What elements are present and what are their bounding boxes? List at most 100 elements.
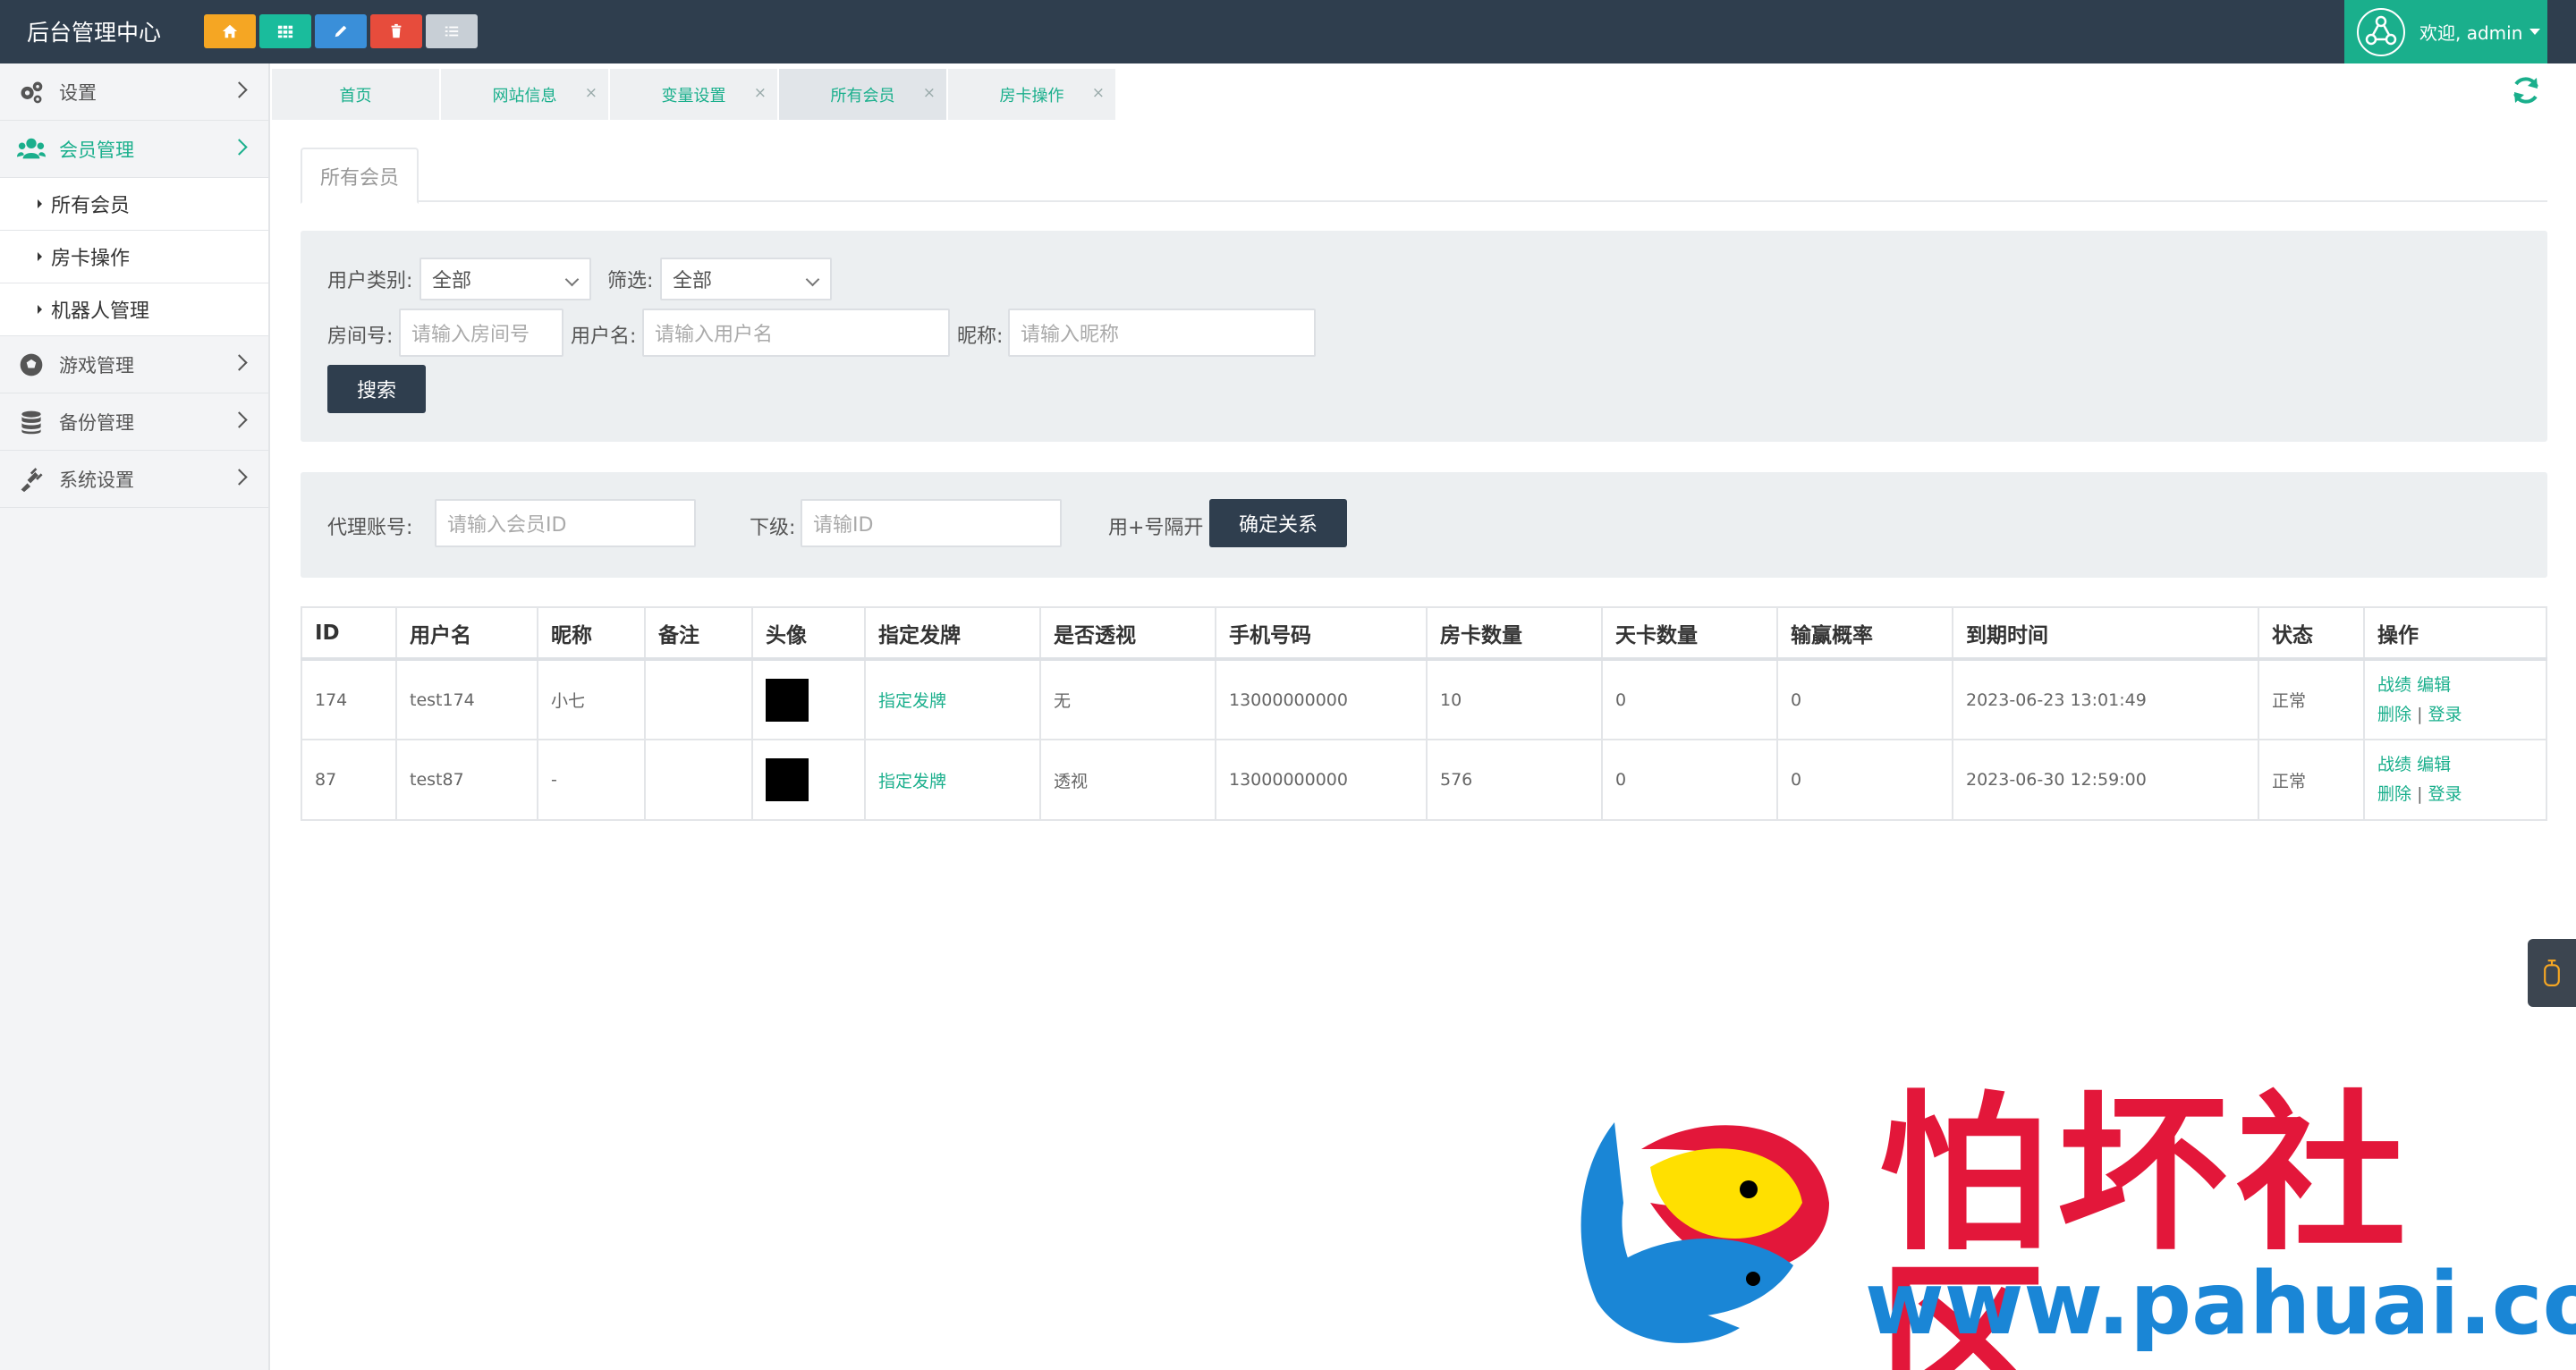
filter-select[interactable]: 全部: [660, 258, 832, 300]
page-tab-all-members[interactable]: 所有会员: [301, 148, 419, 204]
search-button[interactable]: 搜索: [327, 365, 426, 413]
sidebar-subitem-robots[interactable]: 机器人管理: [0, 283, 268, 336]
avatar: [766, 758, 809, 801]
cell-nickname: 小七: [538, 659, 646, 740]
edit-button[interactable]: [315, 14, 367, 48]
floating-side-button[interactable]: [2528, 939, 2576, 1007]
tab-variables[interactable]: 变量设置 ×: [610, 69, 777, 120]
deal-link[interactable]: 指定发牌: [865, 659, 1041, 740]
delete-link[interactable]: 删除: [2377, 784, 2411, 804]
agent-label: 代理账号:: [327, 517, 413, 539]
tab-site-info[interactable]: 网站信息 ×: [441, 69, 608, 120]
nickname-label: 昵称:: [957, 326, 1004, 348]
list-button[interactable]: [426, 14, 478, 48]
column-header[interactable]: 房卡数量: [1427, 607, 1603, 661]
cell-id: 87: [301, 740, 397, 821]
user-type-label: 用户类别:: [327, 270, 413, 292]
plug-icon: [16, 464, 47, 495]
tab-label: 房卡操作: [999, 86, 1064, 106]
close-icon[interactable]: ×: [754, 84, 767, 102]
login-link[interactable]: 登录: [2428, 705, 2462, 724]
user-menu[interactable]: 欢迎, admin: [2344, 0, 2547, 63]
soccer-ball-icon: [16, 350, 47, 380]
column-header[interactable]: 状态: [2258, 607, 2365, 661]
cell-ops: 战绩 编辑 删除 | 登录: [2364, 740, 2547, 821]
edit-link[interactable]: 编辑: [2417, 755, 2451, 774]
caret-right-icon: [38, 199, 42, 208]
tab-label: 首页: [339, 86, 372, 106]
column-header[interactable]: 操作: [2364, 607, 2547, 661]
login-link[interactable]: 登录: [2428, 784, 2462, 804]
chevron-right-icon: [231, 81, 248, 98]
filter-value: 全部: [673, 270, 713, 292]
sidebar-item-backup[interactable]: 备份管理: [0, 393, 268, 451]
close-icon[interactable]: ×: [923, 84, 936, 102]
edit-link[interactable]: 编辑: [2417, 675, 2451, 695]
sidebar-subitem-all-members[interactable]: 所有会员: [0, 178, 268, 231]
deal-link[interactable]: 指定发牌: [865, 740, 1041, 821]
delete-link[interactable]: 删除: [2377, 705, 2411, 724]
sidebar-item-label: 备份管理: [59, 411, 134, 434]
tab-label: 变量设置: [661, 86, 726, 106]
trash-icon: [391, 23, 402, 38]
user-type-select[interactable]: 全部: [419, 258, 591, 300]
sidebar-item-system[interactable]: 系统设置: [0, 451, 268, 508]
table-header-row: ID 用户名 昵称 备注 头像 指定发牌 是否透视 手机号码 房卡数量 天卡数量…: [301, 607, 2547, 661]
column-header[interactable]: 头像: [752, 607, 866, 661]
column-header[interactable]: 到期时间: [1953, 607, 2259, 661]
sidebar-subitem-label: 房卡操作: [51, 248, 131, 270]
nickname-input[interactable]: 请输入昵称: [1008, 309, 1316, 357]
top-bar: 后台管理中心 欢迎, admin: [0, 0, 2576, 63]
username-input[interactable]: 请输入用户名: [642, 309, 950, 357]
home-button[interactable]: [204, 14, 256, 48]
room-label: 房间号:: [327, 326, 394, 348]
nickname-placeholder: 请输入昵称: [1021, 324, 1120, 346]
tab-home[interactable]: 首页: [272, 69, 439, 120]
column-header[interactable]: 手机号码: [1216, 607, 1428, 661]
sidebar-item-members[interactable]: 会员管理: [0, 121, 268, 178]
tab-strip: 首页 网站信息 × 变量设置 × 所有会员 × 房卡操作 ×: [272, 63, 2576, 120]
column-header[interactable]: 备注: [645, 607, 753, 661]
cell-expire: 2023-06-30 12:59:00: [1953, 740, 2259, 821]
table-row: 174 test174 小七 指定发牌 无 13000000000 10 0 0…: [301, 659, 2547, 740]
cell-username: test174: [396, 659, 538, 740]
room-placeholder: 请输入房间号: [411, 324, 530, 346]
record-link[interactable]: 战绩: [2377, 755, 2411, 774]
sidebar-item-label: 游戏管理: [59, 354, 134, 376]
close-icon[interactable]: ×: [1092, 84, 1105, 102]
main-content: 所有会员 用户类别: 全部 筛选: 全部 房间号: 请输入房间号 用户名: 请输…: [301, 143, 2547, 821]
sidebar-subitem-room-card[interactable]: 房卡操作: [0, 231, 268, 283]
cell-room-cards: 576: [1427, 740, 1603, 821]
column-header[interactable]: 昵称: [538, 607, 646, 661]
grid-button[interactable]: [259, 14, 311, 48]
column-header[interactable]: 天卡数量: [1602, 607, 1778, 661]
sidebar-item-games[interactable]: 游戏管理: [0, 336, 268, 393]
room-input[interactable]: 请输入房间号: [399, 309, 564, 357]
refresh-icon[interactable]: [2510, 74, 2542, 106]
tab-label: 网站信息: [492, 86, 557, 106]
cell-win-rate: 0: [1777, 740, 1953, 821]
caret-down-icon: [2529, 29, 2541, 35]
filter-label: 筛选:: [607, 270, 654, 292]
column-header[interactable]: 是否透视: [1040, 607, 1216, 661]
tab-label: 所有会员: [830, 86, 895, 106]
column-header[interactable]: 输赢概率: [1777, 607, 1953, 661]
pencil-icon: [335, 25, 347, 38]
agent-input[interactable]: 请输入会员ID: [435, 499, 696, 547]
column-header[interactable]: ID: [301, 607, 397, 661]
sidebar-item-settings[interactable]: 设置: [0, 63, 268, 121]
ops-separator: |: [2417, 784, 2423, 804]
sub-input[interactable]: 请输ID: [801, 499, 1062, 547]
record-link[interactable]: 战绩: [2377, 675, 2411, 695]
tab-room-card[interactable]: 房卡操作 ×: [948, 69, 1115, 120]
column-header[interactable]: 指定发牌: [865, 607, 1041, 661]
tab-all-members[interactable]: 所有会员 ×: [779, 69, 946, 120]
cell-remark: [645, 659, 753, 740]
delete-button[interactable]: [370, 14, 422, 48]
chevron-right-icon: [231, 354, 248, 371]
cell-nickname: -: [538, 740, 646, 821]
close-icon[interactable]: ×: [585, 84, 597, 102]
search-panel: 用户类别: 全部 筛选: 全部 房间号: 请输入房间号 用户名: 请输入用户名 …: [301, 231, 2547, 442]
column-header[interactable]: 用户名: [396, 607, 538, 661]
confirm-relation-button[interactable]: 确定关系: [1209, 499, 1347, 547]
